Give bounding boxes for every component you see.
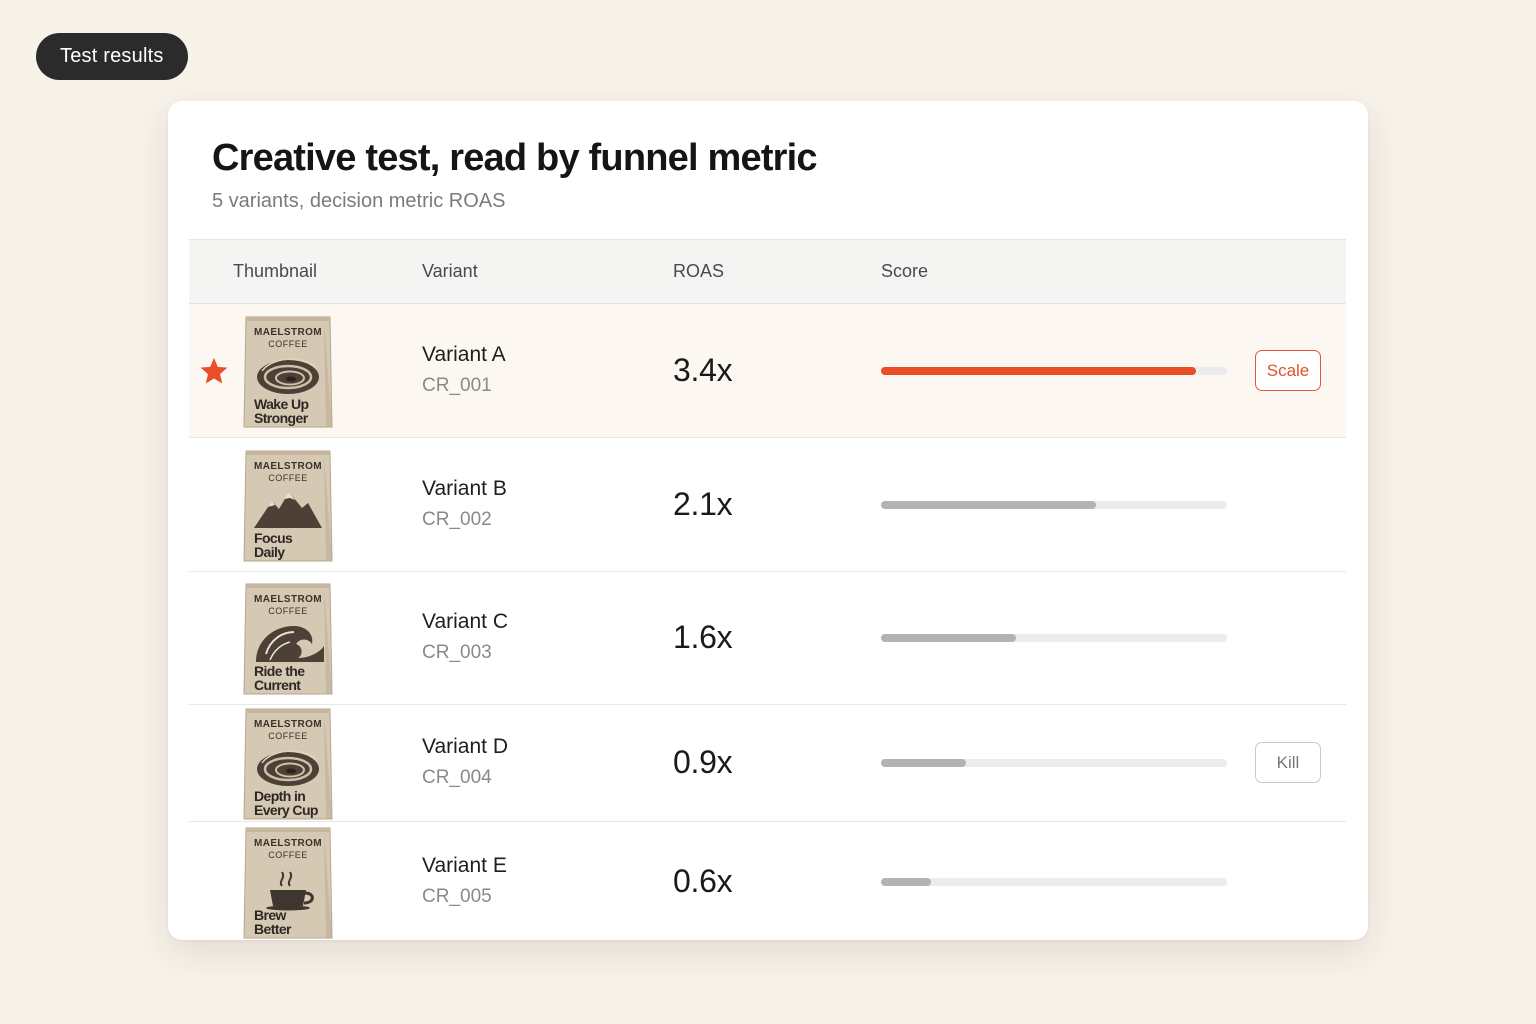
bag-brand-top: MAELSTROM xyxy=(254,461,322,472)
table-body: MAELSTROM COFFEE Wake Up Stronger Variant A C… xyxy=(189,304,1346,940)
bag-brand-top: MAELSTROM xyxy=(254,838,322,849)
variant-name: Variant A xyxy=(422,342,506,366)
variant-name: Variant B xyxy=(422,476,507,500)
score-bar-track xyxy=(881,878,1227,886)
bag-brand-bottom: COFFEE xyxy=(268,850,308,860)
kill-button[interactable]: Kill xyxy=(1255,742,1321,783)
variant-code: CR_003 xyxy=(422,642,492,663)
variant-name: Variant C xyxy=(422,610,508,633)
scale-button[interactable]: Scale xyxy=(1255,349,1321,391)
column-header-variant: Variant xyxy=(422,261,478,281)
table-row[interactable]: MAELSTROM COFFEE Brew Better Variant E CR_005… xyxy=(189,822,1346,940)
bag-brand-top: MAELSTROM xyxy=(254,327,322,338)
bag-brand-bottom: COFFEE xyxy=(268,339,308,349)
score-bar-track xyxy=(881,759,1227,767)
bag-tagline-2: Every Cup xyxy=(254,802,318,818)
table-header: Thumbnail Variant ROAS Score xyxy=(189,239,1346,304)
variant-code: CR_004 xyxy=(422,767,492,788)
bag-tagline-2: Daily xyxy=(254,544,285,560)
results-table: Thumbnail Variant ROAS Score MAELSTROM CO… xyxy=(189,239,1346,940)
score-bar-fill xyxy=(881,759,966,767)
results-card: Creative test, read by funnel metric 5 v… xyxy=(168,101,1368,940)
roas-value: 1.6x xyxy=(673,619,733,655)
score-bar-fill xyxy=(881,634,1016,642)
table-row[interactable]: MAELSTROM COFFEE Focus Daily Variant B CR_002… xyxy=(189,438,1346,572)
table-row[interactable]: MAELSTROM COFFEE Wake Up Stronger Variant A C… xyxy=(189,304,1346,438)
score-bar-track xyxy=(881,500,1227,509)
column-header-roas: ROAS xyxy=(673,261,725,281)
bag-brand-bottom: COFFEE xyxy=(268,606,308,616)
column-header-score: Score xyxy=(881,261,929,281)
variant-name: Variant D xyxy=(422,735,508,758)
variant-thumbnail: MAELSTROM COFFEE Wake Up Stronger xyxy=(240,311,336,431)
variant-thumbnail: MAELSTROM COFFEE Ride the Current xyxy=(240,578,336,698)
page-subtitle: 5 variants, decision metric ROAS xyxy=(212,190,506,212)
roas-value: 2.1x xyxy=(673,485,733,522)
score-bar-track xyxy=(881,366,1227,375)
table-row[interactable]: MAELSTROM COFFEE Ride the Current Variant C C… xyxy=(189,572,1346,705)
variant-thumbnail: MAELSTROM COFFEE Brew Better xyxy=(240,822,336,940)
bag-brand-top: MAELSTROM xyxy=(254,719,322,730)
score-bar-fill xyxy=(881,878,932,886)
table-row[interactable]: MAELSTROM COFFEE Depth in Every Cup Variant … xyxy=(189,705,1346,822)
bag-tagline-2: Better xyxy=(254,921,292,937)
bag-brand-bottom: COFFEE xyxy=(268,473,308,483)
score-bar-fill xyxy=(881,500,1096,509)
score-bar-track xyxy=(881,634,1227,642)
variant-thumbnail: MAELSTROM COFFEE Depth in Every Cup xyxy=(240,703,336,823)
bag-tagline-2: Current xyxy=(254,677,301,693)
roas-value: 0.9x xyxy=(673,744,733,780)
roas-value: 0.6x xyxy=(673,863,733,899)
bag-brand-bottom: COFFEE xyxy=(268,731,308,741)
variant-thumbnail: MAELSTROM COFFEE Focus Daily xyxy=(240,445,336,565)
variant-code: CR_001 xyxy=(422,374,492,396)
bag-brand-top: MAELSTROM xyxy=(254,594,322,605)
page-title: Creative test, read by funnel metric xyxy=(212,137,818,179)
variant-code: CR_002 xyxy=(422,508,492,530)
star-icon xyxy=(200,357,228,384)
bag-tagline-2: Stronger xyxy=(254,410,309,426)
column-header-thumbnail: Thumbnail xyxy=(233,261,318,281)
test-results-pill[interactable]: Test results xyxy=(36,33,188,80)
variant-code: CR_005 xyxy=(422,886,492,907)
variant-name: Variant E xyxy=(422,854,507,877)
score-bar-fill xyxy=(881,366,1196,375)
roas-value: 3.4x xyxy=(673,351,733,388)
